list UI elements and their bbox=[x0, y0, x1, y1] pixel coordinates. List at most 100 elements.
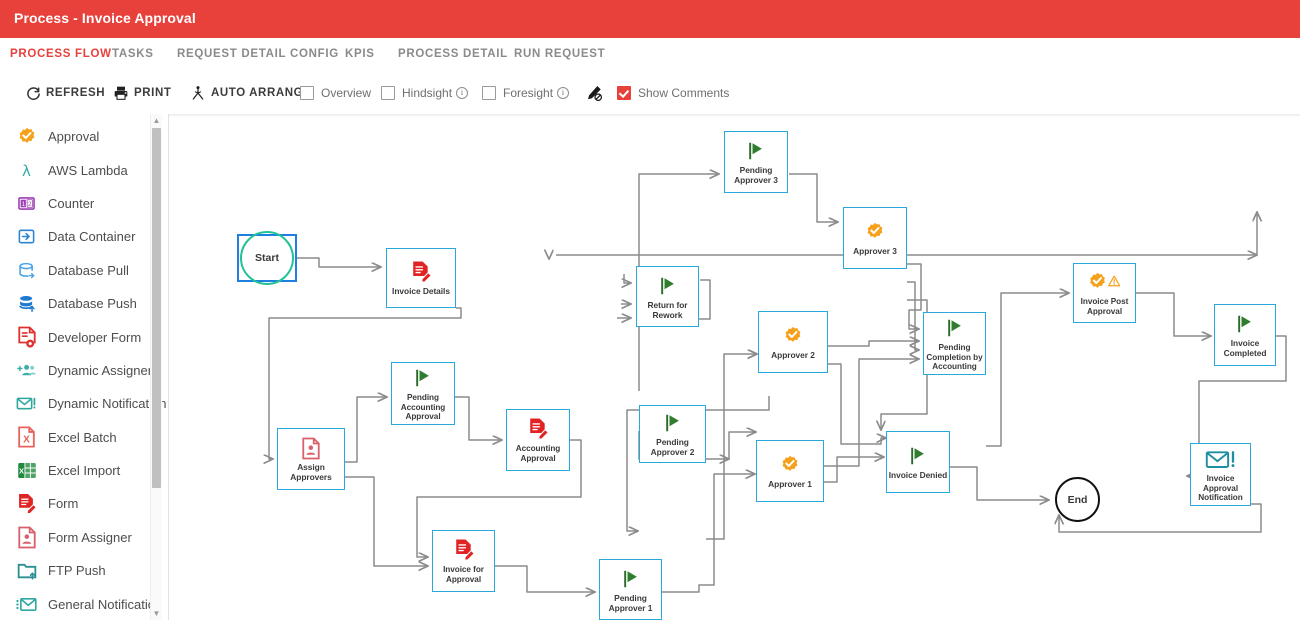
flag-icon bbox=[660, 277, 674, 295]
element-palette-sidebar[interactable]: Approval λ AWS Lambda 1 2 Counter Data Contain… bbox=[0, 114, 169, 620]
node-rework[interactable]: Return for Rework bbox=[636, 266, 699, 327]
printer-icon bbox=[114, 86, 128, 100]
counter-icon: 12 bbox=[16, 193, 37, 214]
data-container-icon bbox=[16, 226, 37, 247]
sidebar-item-counter[interactable]: 1 2 Counter bbox=[0, 187, 160, 220]
auto-arrange-label: AUTO ARRANGE bbox=[211, 87, 312, 99]
scroll-up-arrow[interactable]: ▲ bbox=[152, 116, 161, 125]
sidebar-item-approval[interactable]: Approval bbox=[0, 120, 160, 153]
checkbox-box[interactable] bbox=[617, 86, 631, 100]
checkbox-hindsight[interactable]: Hindsight i bbox=[381, 72, 469, 114]
checkbox-foresight[interactable]: Foresight i bbox=[482, 72, 570, 114]
dynamic-assigner-icon bbox=[16, 364, 36, 376]
node-appr1[interactable]: Approver 1 bbox=[756, 440, 824, 502]
sidebar-item-excel-batch[interactable]: X Excel Batch bbox=[0, 421, 160, 454]
sidebar-item-developer-form[interactable]: Developer Form bbox=[0, 320, 160, 353]
approval-badge-icon bbox=[785, 327, 801, 343]
flag-icon bbox=[416, 369, 429, 387]
sidebar-item-label: Form bbox=[48, 496, 79, 512]
node-label: Approver 3 bbox=[853, 246, 897, 257]
tab-run-request[interactable]: RUN REQUEST bbox=[514, 38, 605, 72]
svg-text:X: X bbox=[18, 467, 23, 476]
node-appr3[interactable]: Approver 3 bbox=[843, 207, 907, 269]
sidebar-item-label: FTP Push bbox=[48, 563, 106, 579]
tab-bar: PROCESS FLOW TASKS REQUEST DETAIL CONFIG KP… bbox=[0, 38, 1300, 75]
node-appr2[interactable]: Approver 2 bbox=[758, 311, 828, 373]
flag-icon bbox=[749, 143, 762, 160]
notification-icon bbox=[1205, 446, 1237, 472]
sidebar-item-label: Data Container bbox=[48, 229, 136, 245]
tab-process-flow[interactable]: PROCESS FLOW bbox=[10, 38, 112, 75]
sidebar-item-ftp-push[interactable]: FTP Push bbox=[0, 554, 160, 587]
node-label: Accounting Approval bbox=[515, 444, 561, 463]
pen-slash-button[interactable] bbox=[585, 72, 603, 114]
node-label: Pending Approver 3 bbox=[734, 165, 778, 185]
node-assign[interactable]: Assign Approvers bbox=[277, 428, 345, 490]
sidebar-item-aws-lambda[interactable]: λ AWS Lambda bbox=[0, 153, 160, 186]
info-icon[interactable]: i bbox=[557, 87, 570, 99]
lambda-icon: λ bbox=[22, 162, 31, 180]
tab-process-detail[interactable]: PROCESS DETAIL bbox=[398, 38, 508, 72]
sidebar-item-data-container[interactable]: Data Container bbox=[0, 220, 160, 253]
node-pendacc[interactable]: Pending Accounting Approval bbox=[391, 362, 455, 425]
auto-arrange-button[interactable]: AUTO ARRANGE bbox=[190, 72, 311, 114]
checkbox-label: Overview bbox=[321, 86, 372, 100]
checkbox-box[interactable] bbox=[381, 86, 395, 100]
node-invpost[interactable]: Invoice Post Approval bbox=[1073, 263, 1136, 323]
flag-icon bbox=[662, 410, 684, 436]
flag-icon bbox=[745, 138, 767, 164]
node-label: Assign Approvers bbox=[290, 462, 332, 482]
form-icon bbox=[527, 416, 549, 442]
node-invdet[interactable]: Invoice Details bbox=[386, 248, 456, 308]
process-flow-canvas[interactable]: Start Invoice Details Assign Approvers Pend… bbox=[169, 114, 1300, 620]
node-invcomp[interactable]: Invoice Completed bbox=[1214, 304, 1276, 366]
print-button[interactable]: PRINT bbox=[113, 72, 172, 114]
checkbox-overview[interactable]: Overview bbox=[300, 72, 371, 114]
node-pend2[interactable]: Pending Approver 2 bbox=[639, 405, 706, 463]
sidebar-item-database-push[interactable]: Database Push bbox=[0, 287, 160, 320]
sidebar-item-dynamic-assigner[interactable]: Dynamic Assigner bbox=[0, 354, 160, 387]
sidebar-item-label: Approval bbox=[48, 129, 100, 145]
sidebar-item-label: Database Pull bbox=[48, 262, 129, 278]
node-label: Pending Completion by Accounting bbox=[926, 343, 983, 372]
sidebar-item-form[interactable]: Form bbox=[0, 487, 160, 520]
sidebar-scrollbar[interactable]: ▲ ▼ bbox=[150, 114, 162, 620]
approval-badge-icon bbox=[783, 323, 803, 349]
sidebar-item-dynamic-notification[interactable]: Dynamic Notification bbox=[0, 387, 167, 420]
checkbox-show-comments[interactable]: Show Comments bbox=[617, 72, 729, 114]
scrollbar-thumb[interactable] bbox=[152, 128, 161, 488]
info-icon[interactable]: i bbox=[456, 87, 469, 99]
database-push-icon bbox=[19, 296, 35, 313]
node-label: Pending Approver 2 bbox=[650, 437, 695, 457]
node-end[interactable]: End bbox=[1055, 477, 1100, 522]
form-icon bbox=[19, 494, 37, 515]
node-accappr[interactable]: Accounting Approval bbox=[506, 409, 570, 471]
developer-form-icon bbox=[17, 326, 36, 348]
node-invfor[interactable]: Invoice for Approval bbox=[432, 530, 495, 592]
checkbox-box[interactable] bbox=[300, 86, 314, 100]
node-start[interactable]: Start bbox=[237, 231, 297, 285]
node-pend1[interactable]: Pending Approver 1 bbox=[599, 559, 662, 620]
sidebar-item-database-pull[interactable]: Database Pull bbox=[0, 254, 160, 287]
node-pend3[interactable]: Pending Approver 3 bbox=[724, 131, 788, 193]
sidebar-item-general-notification[interactable]: General Notification bbox=[0, 587, 162, 620]
tab-request-detail-config[interactable]: REQUEST DETAIL CONFIG bbox=[177, 38, 339, 72]
node-invden[interactable]: Invoice Denied bbox=[886, 431, 950, 493]
tab-kpis[interactable]: KPIS bbox=[345, 38, 375, 72]
sidebar-item-label: Dynamic Assigner bbox=[48, 362, 153, 378]
tab-tasks[interactable]: TASKS bbox=[112, 38, 154, 72]
checkbox-box[interactable] bbox=[482, 86, 496, 100]
dynamic-notification-icon bbox=[16, 393, 37, 414]
scroll-down-arrow[interactable]: ▼ bbox=[152, 609, 161, 618]
sidebar-item-excel-import[interactable]: X Excel Import bbox=[0, 454, 160, 487]
flag-icon bbox=[1234, 311, 1256, 337]
node-label: Invoice Denied bbox=[888, 470, 948, 481]
refresh-button[interactable]: REFRESH bbox=[26, 72, 105, 114]
database-push-icon bbox=[16, 293, 37, 314]
node-invnot[interactable]: Invoice Approval Notification bbox=[1190, 443, 1251, 506]
sidebar-item-form-assigner[interactable]: Form Assigner bbox=[0, 521, 160, 554]
flag-icon bbox=[907, 443, 929, 469]
general-notification-icon bbox=[16, 597, 37, 611]
node-pendcom[interactable]: Pending Completion by Accounting bbox=[923, 312, 986, 375]
print-label: PRINT bbox=[134, 87, 172, 99]
